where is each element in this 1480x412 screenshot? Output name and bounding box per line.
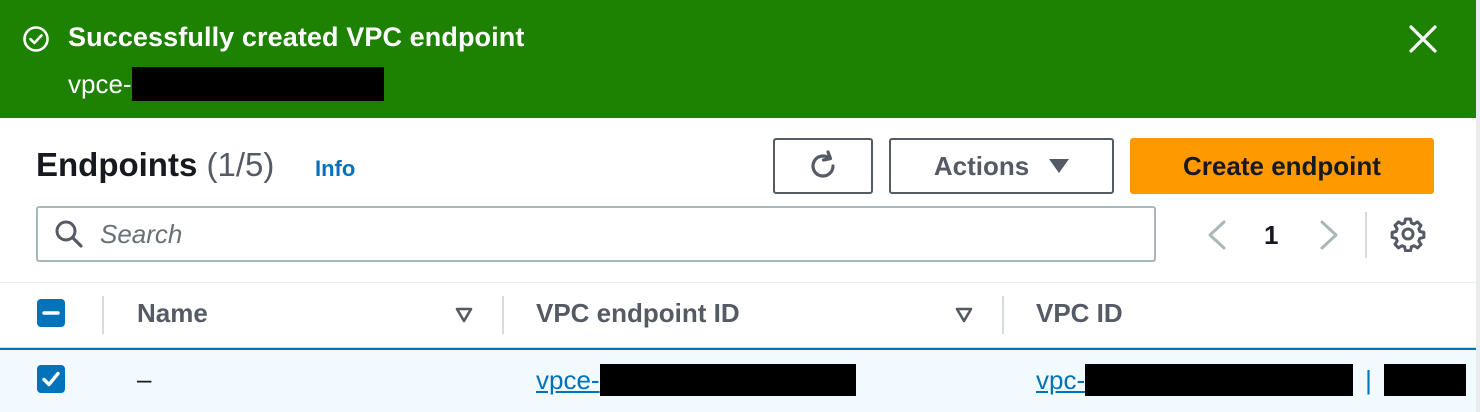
column-header-vpc-id[interactable]: VPC ID — [1036, 298, 1123, 329]
redacted-block — [1085, 364, 1354, 396]
row-endpoint-id: vpce- — [536, 364, 856, 396]
page-title: Endpoints (1/5) — [36, 146, 274, 184]
chevron-right-icon[interactable] — [1316, 218, 1342, 252]
caret-down-icon — [1049, 159, 1070, 173]
create-endpoint-button[interactable]: Create endpoint — [1130, 138, 1434, 194]
refresh-icon — [811, 150, 835, 178]
flash-endpoint-prefix: vpce- — [68, 68, 132, 99]
search-icon — [55, 220, 83, 248]
page-title-text: Endpoints — [36, 146, 198, 183]
check-circle-icon — [23, 26, 49, 52]
redacted-block — [1383, 364, 1466, 396]
flash-endpoint-id: vpce- — [68, 67, 384, 101]
selection-count: (1/5) — [206, 146, 275, 183]
redacted-block — [131, 67, 384, 101]
flash-title: Successfully created VPC endpoint — [68, 22, 525, 52]
sort-caret-icon[interactable] — [954, 306, 974, 324]
column-divider[interactable] — [502, 296, 504, 334]
scrollbar-track[interactable] — [1476, 0, 1480, 412]
success-flash-banner: Successfully created VPC endpoint vpce- — [0, 0, 1476, 118]
actions-label: Actions — [933, 150, 1030, 181]
row-checkbox[interactable] — [37, 365, 65, 393]
close-icon[interactable] — [1406, 22, 1440, 56]
vpc-id-prefix: vpc- — [1036, 364, 1086, 395]
endpoint-id-link[interactable]: vpce- — [536, 364, 856, 396]
sort-caret-icon[interactable] — [454, 306, 474, 324]
chevron-left-icon[interactable] — [1204, 218, 1230, 252]
refresh-button[interactable] — [773, 138, 873, 194]
endpoint-id-prefix: vpce- — [536, 364, 600, 395]
search-field[interactable] — [36, 206, 1156, 262]
indeterminate-icon — [42, 311, 60, 315]
vpc-id-link[interactable]: vpc- — [1036, 364, 1354, 396]
redacted-block — [599, 364, 856, 396]
column-header-endpoint-id[interactable]: VPC endpoint ID — [536, 298, 740, 329]
vpc-id-separator: | — [1365, 364, 1372, 395]
row-vpc-id: vpc- | — [1036, 364, 1466, 396]
column-header-name[interactable]: Name — [137, 298, 208, 329]
current-page-number[interactable]: 1 — [1264, 220, 1278, 251]
info-link[interactable]: Info — [315, 156, 355, 182]
select-all-checkbox[interactable] — [37, 299, 65, 327]
search-input[interactable] — [100, 218, 1100, 250]
column-divider[interactable] — [1002, 296, 1004, 334]
checkmark-icon — [42, 371, 60, 387]
actions-dropdown-button[interactable]: Actions — [889, 138, 1114, 194]
row-name: – — [137, 364, 152, 394]
column-divider — [102, 296, 104, 334]
gear-icon[interactable] — [1390, 216, 1426, 252]
toolbar-divider — [1365, 212, 1367, 258]
